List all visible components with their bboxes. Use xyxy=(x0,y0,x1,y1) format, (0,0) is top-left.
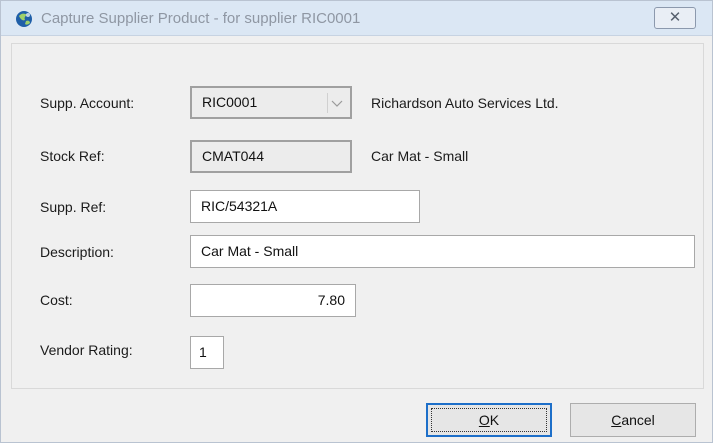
supp-account-label: Supp. Account: xyxy=(40,95,135,111)
window-title: Capture Supplier Product - for supplier … xyxy=(41,10,361,27)
vendor-rating-label: Vendor Rating: xyxy=(40,342,133,358)
cancel-mnemonic: C xyxy=(611,412,622,428)
stock-description: Car Mat - Small xyxy=(371,148,469,164)
stock-ref-label: Stock Ref: xyxy=(40,148,105,164)
dialog-window: Capture Supplier Product - for supplier … xyxy=(0,0,713,443)
supplier-name: Richardson Auto Services Ltd. xyxy=(371,95,559,111)
close-icon: ✕ xyxy=(668,9,682,26)
close-button[interactable]: ✕ xyxy=(654,7,696,29)
cancel-button[interactable]: Cancel xyxy=(570,403,696,437)
chevron-down-icon[interactable] xyxy=(327,93,346,113)
supp-account-combobox[interactable]: RIC0001 xyxy=(190,86,352,119)
form-panel: Supp. Account: RIC0001 Richardson Auto S… xyxy=(11,43,704,389)
vendor-rating-input[interactable]: 1 xyxy=(190,336,224,369)
description-label: Description: xyxy=(40,244,114,260)
cancel-label-rest: ancel xyxy=(621,412,655,428)
app-globe-icon xyxy=(16,11,32,27)
stock-ref-field: CMAT044 xyxy=(190,140,352,173)
supp-ref-input[interactable]: RIC/54321A xyxy=(190,190,420,223)
description-input[interactable]: Car Mat - Small xyxy=(190,235,695,268)
supp-ref-label: Supp. Ref: xyxy=(40,199,107,215)
title-bar[interactable]: Capture Supplier Product - for supplier … xyxy=(1,1,712,36)
cost-label: Cost: xyxy=(40,292,73,308)
focus-rectangle xyxy=(431,408,547,432)
supp-account-value: RIC0001 xyxy=(202,94,258,110)
ok-button[interactable]: OK xyxy=(426,403,552,437)
cost-input[interactable]: 7.80 xyxy=(190,284,356,317)
